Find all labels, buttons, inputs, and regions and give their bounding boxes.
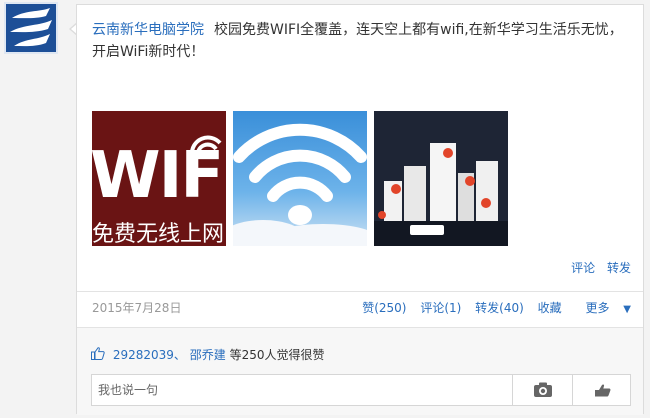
- image-thumbnail-city[interactable]: [374, 111, 508, 246]
- avatar[interactable]: [4, 2, 58, 54]
- comment-button[interactable]: 评论(1): [420, 301, 461, 315]
- city-wifi-icon: [374, 111, 508, 246]
- wifi-cloud-icon: [233, 123, 367, 246]
- like-button[interactable]: 赞(250): [362, 301, 406, 315]
- favorite-button[interactable]: 收藏: [538, 301, 562, 315]
- image-actions: 评论 转发: [571, 259, 631, 276]
- likes-count-text: 等250人觉得很赞: [229, 348, 325, 362]
- chevron-down-icon: ▼: [623, 304, 631, 315]
- more-button[interactable]: 更多 ▼: [575, 301, 631, 315]
- author-link[interactable]: 云南新华电脑学院: [92, 22, 204, 38]
- hand-share-icon: [594, 384, 610, 397]
- likes-summary: 29282039、 邵乔建 等250人觉得很赞: [91, 346, 325, 363]
- image-thumbnail-wifi[interactable]: WIFI 免费无线上网: [92, 111, 226, 246]
- post-actions: 赞(250) 评论(1) 转发(40) 收藏 更多 ▼: [352, 299, 631, 316]
- image-comment-link[interactable]: 评论: [571, 261, 595, 275]
- wifi-signal-icon: [189, 135, 222, 158]
- wifi-subtitle: 免费无线上网: [92, 222, 225, 246]
- likes-section: 29282039、 邵乔建 等250人觉得很赞: [77, 327, 643, 415]
- post-text: 云南新华电脑学院 校园免费WIFI全覆盖，连天空上都有wifi,在新华学习生活乐无…: [92, 19, 632, 63]
- comment-box: [91, 374, 631, 406]
- thumbs-up-icon: [91, 347, 109, 362]
- share-button[interactable]: [572, 375, 632, 405]
- photo-upload-button[interactable]: [512, 375, 572, 405]
- liker-user-2[interactable]: 邵乔建: [190, 348, 226, 362]
- liker-user-1[interactable]: 29282039、: [113, 348, 186, 362]
- camera-icon: [533, 382, 552, 397]
- divider: [77, 291, 643, 292]
- comment-input[interactable]: [92, 375, 512, 405]
- post-date[interactable]: 2015年7月28日: [92, 299, 181, 316]
- post-card: 云南新华电脑学院 校园免费WIFI全覆盖，连天空上都有wifi,在新华学习生活乐无…: [76, 4, 644, 415]
- repost-button[interactable]: 转发(40): [475, 301, 524, 315]
- school-logo-icon: [10, 8, 52, 47]
- more-label: 更多: [585, 301, 610, 315]
- image-repost-link[interactable]: 转发: [607, 261, 631, 275]
- image-thumbnail-cloud-wifi[interactable]: [233, 111, 367, 246]
